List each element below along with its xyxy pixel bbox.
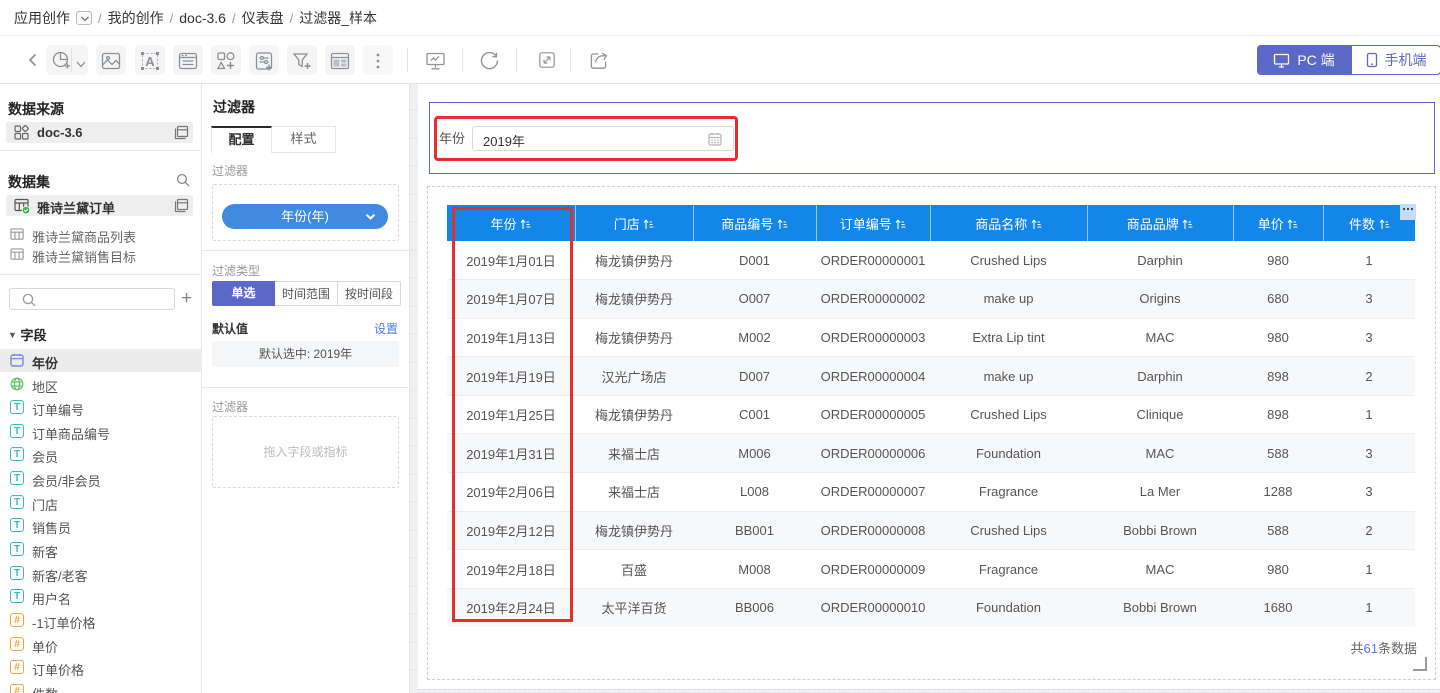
svg-text:A: A [145, 54, 155, 69]
